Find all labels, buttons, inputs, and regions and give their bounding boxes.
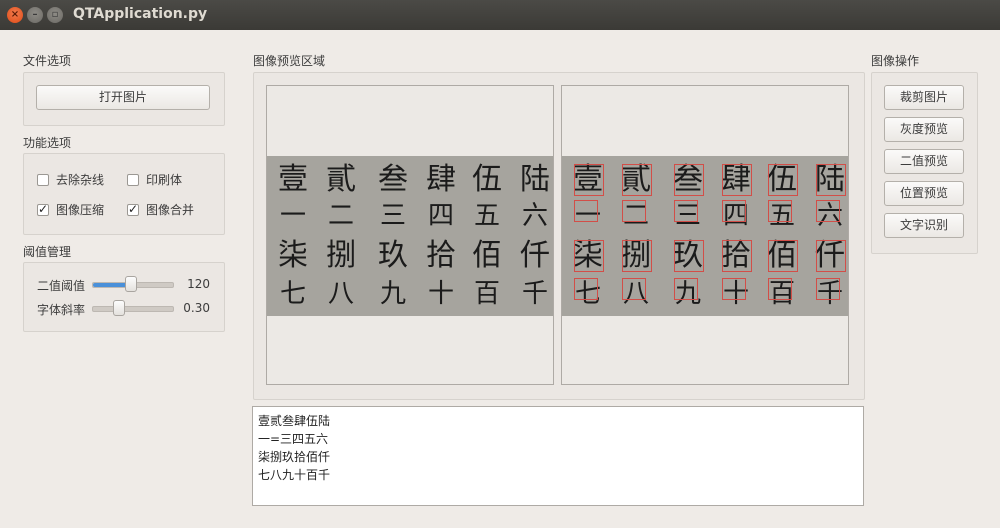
detection-box — [816, 278, 840, 300]
detection-box — [816, 240, 846, 272]
checkbox-box[interactable]: ✓ — [127, 202, 139, 216]
detection-box — [574, 240, 604, 272]
close-icon[interactable]: × — [7, 7, 23, 23]
character-glyph: 玖 — [378, 238, 408, 273]
detection-box — [674, 164, 704, 196]
checkbox-box[interactable] — [37, 173, 49, 186]
binary-threshold-slider[interactable] — [92, 276, 174, 292]
detection-box — [574, 200, 598, 222]
crop-image-button[interactable]: 裁剪图片 — [884, 85, 964, 110]
detection-box — [816, 164, 846, 196]
detection-box — [722, 164, 752, 196]
position-preview-button[interactable]: 位置预览 — [884, 181, 964, 206]
image-merge-checkbox[interactable]: ✓ 图像合并 — [127, 201, 194, 218]
character-glyph: 六 — [521, 201, 548, 231]
character-glyph: 百 — [473, 279, 500, 309]
detection-box — [574, 164, 604, 196]
character-glyph: 捌 — [326, 238, 356, 273]
detection-box — [722, 200, 746, 222]
slider-handle[interactable] — [113, 300, 125, 316]
threshold-label: 阈值管理 — [23, 245, 72, 259]
character-glyph: 叁 — [378, 162, 408, 197]
checkbox-label: 印刷体 — [146, 173, 183, 187]
text-recognition-button[interactable]: 文字识别 — [884, 213, 964, 238]
detection-box — [768, 164, 798, 196]
title-bar: × – ▫ QTApplication.py — [0, 0, 1000, 30]
binary-preview-button[interactable]: 二值预览 — [884, 149, 964, 174]
detection-box — [622, 240, 652, 272]
character-glyph: 四 — [427, 201, 454, 231]
detection-box — [722, 278, 746, 300]
checkbox-box[interactable] — [127, 173, 139, 186]
detection-box — [674, 200, 698, 222]
image-ops-label: 图像操作 — [871, 54, 920, 68]
character-glyph: 三 — [379, 201, 406, 231]
window-title: QTApplication.py — [73, 6, 208, 22]
ocr-result-line: 七八九十百千 — [258, 468, 331, 482]
character-glyph: 壹 — [278, 162, 308, 197]
preview-label: 图像预览区域 — [253, 54, 326, 68]
original-image: 壹貳叁肆伍陆一二三四五六柒捌玖拾佰仟七八九十百千 — [267, 156, 553, 316]
binary-threshold-label: 二值阈值 — [37, 279, 86, 293]
detection-box — [622, 200, 646, 222]
ocr-result-line: 壹贰叁肆伍陆 — [258, 414, 331, 428]
character-glyph: 一 — [279, 201, 306, 231]
character-glyph: 貳 — [326, 162, 356, 197]
character-glyph: 陆 — [520, 162, 550, 197]
character-glyph: 千 — [521, 279, 548, 309]
image-compress-checkbox[interactable]: ✓ 图像压缩 — [37, 201, 104, 218]
ocr-result-textbox[interactable]: 壹贰叁肆伍陆 一=三四五六 柒捌玖拾佰仟 七八九十百千 — [252, 406, 864, 506]
ocr-result-line: 柒捌玖拾佰仟 — [258, 450, 331, 464]
maximize-icon[interactable]: ▫ — [47, 7, 63, 23]
detection-box — [674, 278, 698, 300]
detection-box — [622, 278, 646, 300]
character-glyph: 仟 — [520, 238, 550, 273]
checkbox-label: 图像压缩 — [56, 203, 105, 217]
character-glyph: 七 — [279, 279, 306, 309]
character-glyph: 八 — [327, 279, 354, 309]
file-options-label: 文件选项 — [23, 54, 72, 68]
ocr-result-line: 一=三四五六 — [258, 432, 329, 446]
binary-threshold-value: 120 — [187, 277, 210, 291]
font-slope-slider[interactable] — [92, 300, 174, 316]
detection-image: 壹貳叁肆伍陆一二三四五六柒捌玖拾佰仟七八九十百千 — [562, 156, 848, 316]
character-glyph: 肆 — [426, 162, 456, 197]
character-glyph: 九 — [379, 279, 406, 309]
checkbox-label: 去除杂线 — [56, 173, 105, 187]
detection-box — [574, 278, 598, 300]
original-preview-pane: 壹貳叁肆伍陆一二三四五六柒捌玖拾佰仟七八九十百千 — [266, 85, 554, 385]
detection-box — [674, 240, 704, 272]
detection-box — [722, 240, 752, 272]
minimize-icon[interactable]: – — [27, 7, 43, 23]
detection-box — [768, 200, 792, 222]
checkbox-box[interactable]: ✓ — [37, 202, 49, 216]
detection-box — [768, 278, 792, 300]
character-glyph: 十 — [427, 279, 454, 309]
printed-font-checkbox[interactable]: 印刷体 — [127, 171, 182, 188]
character-glyph: 五 — [473, 201, 500, 231]
checkbox-label: 图像合并 — [146, 203, 195, 217]
character-glyph: 拾 — [426, 238, 456, 273]
function-options-group: 去除杂线 印刷体 ✓ 图像压缩 ✓ 图像合并 — [23, 153, 225, 235]
image-ops-group: 裁剪图片 灰度预览 二值预览 位置预览 文字识别 — [871, 72, 978, 254]
font-slope-value: 0.30 — [183, 301, 210, 315]
slider-handle[interactable] — [125, 276, 137, 292]
character-glyph: 伍 — [472, 162, 502, 197]
threshold-group: 二值阈值 120 字体斜率 0.30 — [23, 262, 225, 332]
detection-box — [768, 240, 798, 272]
file-options-group: 打开图片 — [23, 72, 225, 126]
detection-box — [622, 164, 652, 196]
function-options-label: 功能选项 — [23, 136, 72, 150]
character-glyph: 柒 — [278, 238, 308, 273]
character-glyph: 佰 — [472, 238, 502, 273]
open-image-button[interactable]: 打开图片 — [36, 85, 210, 110]
detection-box — [816, 200, 840, 222]
grayscale-preview-button[interactable]: 灰度预览 — [884, 117, 964, 142]
detection-preview-pane: 壹貳叁肆伍陆一二三四五六柒捌玖拾佰仟七八九十百千 — [561, 85, 849, 385]
font-slope-label: 字体斜率 — [37, 303, 86, 317]
character-glyph: 二 — [327, 201, 354, 231]
remove-lines-checkbox[interactable]: 去除杂线 — [37, 171, 104, 188]
